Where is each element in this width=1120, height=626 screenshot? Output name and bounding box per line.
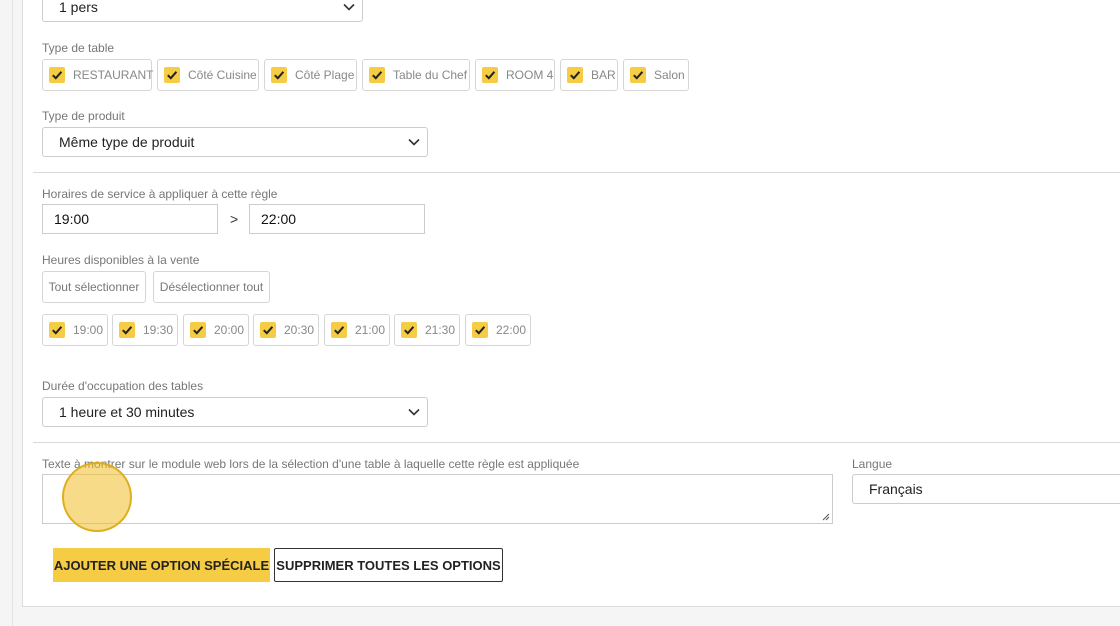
table-type-option-label: ROOM 4 [506, 68, 554, 82]
web-text-label: Texte à montrer sur le module web lors d… [42, 457, 580, 471]
service-start-input[interactable]: 19:00 [42, 204, 218, 234]
hour-slot-label: 21:00 [355, 323, 386, 337]
hour-slot-label: 20:00 [214, 323, 245, 337]
chevron-down-icon [408, 408, 420, 416]
checkbox-checked-icon[interactable] [401, 322, 417, 338]
web-text-textarea[interactable] [42, 474, 833, 524]
section-divider [33, 172, 1120, 173]
hour-slot-label: 20:30 [284, 323, 315, 337]
hour-slot-label: 22:00 [496, 323, 527, 337]
checkbox-checked-icon[interactable] [260, 322, 276, 338]
duration-value: 1 heure et 30 minutes [59, 404, 195, 420]
duration-label: Durée d'occupation des tables [42, 379, 204, 393]
table-type-option-5[interactable]: BAR [560, 59, 618, 91]
checkbox-checked-icon[interactable] [369, 67, 385, 83]
service-hours-label: Horaires de service à appliquer à cette … [42, 187, 278, 201]
remove-all-options-button[interactable]: SUPPRIMER TOUTES LES OPTIONS [274, 548, 503, 582]
hour-slot-4[interactable]: 21:00 [324, 314, 390, 346]
language-label: Langue [852, 457, 893, 471]
add-special-option-button[interactable]: AJOUTER UNE OPTION SPÉCIALE [53, 548, 270, 582]
hour-slot-label: 19:30 [143, 323, 174, 337]
table-type-option-label: Côté Cuisine [188, 68, 257, 82]
product-type-value: Même type de produit [59, 134, 195, 150]
table-type-option-label: RESTAURANT [73, 68, 154, 82]
chevron-down-icon [408, 138, 420, 146]
checkbox-checked-icon[interactable] [472, 322, 488, 338]
duration-select[interactable]: 1 heure et 30 minutes [42, 397, 428, 427]
table-type-option-label: Salon [654, 68, 685, 82]
language-select[interactable]: Français [852, 474, 1120, 504]
resize-grip-icon[interactable] [821, 512, 830, 521]
hour-slot-label: 19:00 [73, 323, 104, 337]
hour-slot-0[interactable]: 19:00 [42, 314, 108, 346]
hour-slot-1[interactable]: 19:30 [112, 314, 178, 346]
hour-slot-2[interactable]: 20:00 [183, 314, 249, 346]
chevron-down-icon [343, 3, 355, 11]
table-type-option-6[interactable]: Salon [623, 59, 689, 91]
hour-slot-5[interactable]: 21:30 [394, 314, 460, 346]
deselect-all-button[interactable]: Désélectionner tout [153, 271, 270, 303]
service-end-input[interactable]: 22:00 [249, 204, 425, 234]
checkbox-checked-icon[interactable] [331, 322, 347, 338]
table-type-option-3[interactable]: Table du Chef [362, 59, 470, 91]
checkbox-checked-icon[interactable] [164, 67, 180, 83]
table-type-option-1[interactable]: Côté Cuisine [157, 59, 259, 91]
checkbox-checked-icon[interactable] [271, 67, 287, 83]
table-type-option-label: Côté Plage [295, 68, 355, 82]
checkbox-checked-icon[interactable] [119, 322, 135, 338]
table-type-option-4[interactable]: ROOM 4 [475, 59, 555, 91]
table-type-option-label: BAR [591, 68, 616, 82]
table-type-option-2[interactable]: Côté Plage [264, 59, 357, 91]
sidebar-edge [12, 0, 13, 626]
checkbox-checked-icon[interactable] [630, 67, 646, 83]
range-separator: > [230, 211, 239, 227]
service-end-value: 22:00 [261, 211, 297, 227]
persons-select-value: 1 pers [59, 0, 98, 15]
persons-select[interactable]: 1 pers [42, 0, 363, 22]
available-hours-label: Heures disponibles à la vente [42, 253, 200, 267]
hour-slot-3[interactable]: 20:30 [253, 314, 319, 346]
service-start-value: 19:00 [54, 211, 90, 227]
checkbox-checked-icon[interactable] [190, 322, 206, 338]
checkbox-checked-icon[interactable] [482, 67, 498, 83]
table-type-option-0[interactable]: RESTAURANT [42, 59, 154, 91]
hour-slot-6[interactable]: 22:00 [465, 314, 531, 346]
language-value: Français [869, 481, 923, 497]
checkbox-checked-icon[interactable] [567, 67, 583, 83]
select-all-button[interactable]: Tout sélectionner [42, 271, 146, 303]
checkbox-checked-icon[interactable] [49, 67, 65, 83]
table-type-option-label: Table du Chef [393, 68, 468, 82]
section-divider [33, 442, 1120, 443]
checkbox-checked-icon[interactable] [49, 322, 65, 338]
product-type-select[interactable]: Même type de produit [42, 127, 428, 157]
table-type-label: Type de table [42, 41, 115, 55]
product-type-label: Type de produit [42, 109, 125, 123]
hour-slot-label: 21:30 [425, 323, 456, 337]
